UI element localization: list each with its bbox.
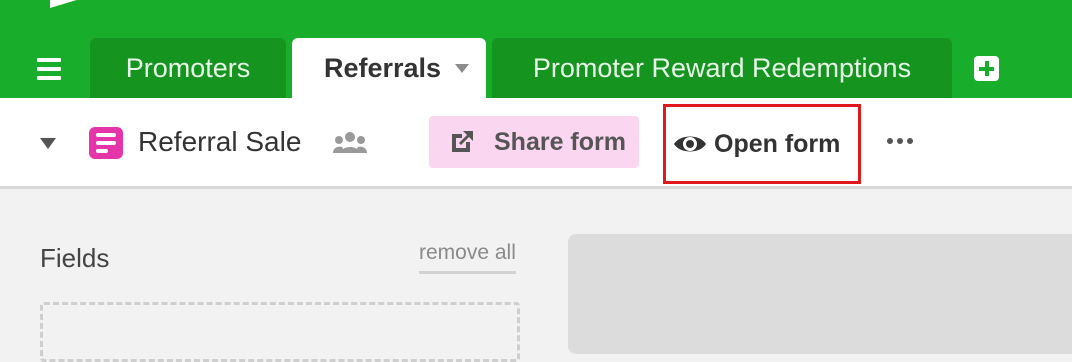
- share-form-button[interactable]: Share form: [429, 116, 639, 168]
- hamburger-menu-icon[interactable]: [37, 58, 61, 80]
- app-logo: [50, 0, 78, 8]
- view-name[interactable]: Referral Sale: [138, 126, 301, 158]
- remove-all-link[interactable]: remove all: [419, 241, 516, 274]
- eye-icon: [674, 136, 706, 152]
- tab-label: Promoters: [125, 52, 251, 83]
- collapse-sidebar-icon[interactable]: [40, 138, 56, 149]
- tab-label: Referrals: [324, 52, 442, 83]
- open-form-label: Open form: [714, 129, 841, 158]
- open-form-button[interactable]: Open form: [663, 104, 861, 184]
- tab-referrals[interactable]: Referrals: [292, 38, 486, 98]
- ellipsis-icon[interactable]: [887, 138, 913, 146]
- tab-promoters[interactable]: Promoters: [90, 38, 286, 98]
- app-header: Promoters Referrals Promoter Reward Rede…: [0, 0, 1072, 98]
- tab-label: Promoter Reward Redemptions: [532, 52, 912, 83]
- field-dropzone[interactable]: [40, 302, 520, 362]
- external-link-icon: [452, 131, 473, 152]
- share-form-label: Share form: [494, 127, 626, 156]
- view-toolbar: Referral Sale Share form Open form: [0, 98, 1072, 189]
- people-icon[interactable]: [333, 131, 367, 155]
- fields-heading: Fields: [40, 243, 110, 273]
- add-table-icon[interactable]: [974, 56, 999, 81]
- form-icon: [89, 127, 123, 159]
- form-preview: [568, 234, 1072, 354]
- tab-promoter-reward-redemptions[interactable]: Promoter Reward Redemptions: [492, 38, 952, 98]
- caret-down-icon[interactable]: [455, 64, 469, 73]
